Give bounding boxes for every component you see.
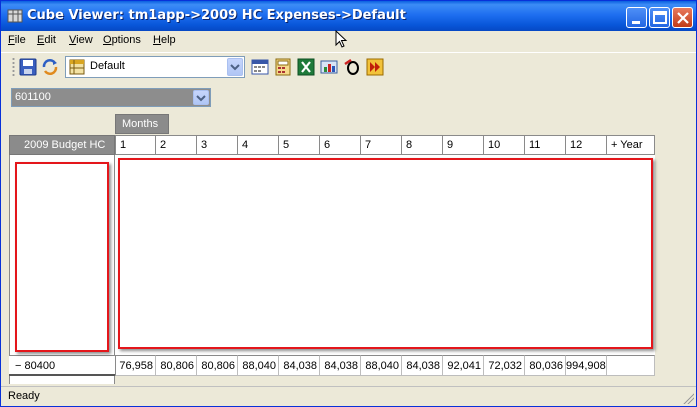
menu-edit[interactable]: Edit (37, 34, 56, 46)
window-title: Cube Viewer: tm1app->2009 HC Expenses->D… (27, 8, 406, 23)
title-dimension-dropdown-button[interactable] (193, 90, 209, 105)
table-row: 76,958 80,806 80,806 88,040 84,038 84,03… (115, 355, 655, 376)
title-dimension-value: 601100 (15, 91, 51, 103)
data-cell[interactable]: 994,908 (566, 355, 607, 376)
close-button[interactable] (672, 7, 693, 28)
minimize-icon (632, 21, 640, 24)
data-cell[interactable]: 84,038 (320, 355, 361, 376)
view-dropdown-button[interactable] (227, 58, 243, 76)
cube-viewer-window: Cube Viewer: tm1app->2009 HC Expenses->D… (0, 0, 697, 407)
column-header[interactable]: 1 (115, 135, 156, 155)
redaction-box-rows (15, 162, 109, 352)
data-cell[interactable]: 72,032 (484, 355, 525, 376)
recalculate-icon[interactable] (41, 58, 59, 76)
redaction-box-data (118, 158, 653, 349)
fast-forward-icon[interactable] (366, 58, 384, 76)
maximize-icon (653, 11, 667, 24)
calculator-icon[interactable] (274, 58, 292, 76)
data-cell[interactable]: 80,036 (525, 355, 566, 376)
status-bar: Ready (1, 386, 696, 406)
column-dimension-tab[interactable]: Months (115, 114, 169, 134)
minimize-button[interactable] (626, 7, 647, 28)
column-header[interactable]: 5 (279, 135, 320, 155)
menu-view[interactable]: View (69, 34, 93, 46)
data-cell[interactable]: 80,806 (156, 355, 197, 376)
menu-help[interactable]: Help (153, 34, 176, 46)
view-select[interactable]: Default (65, 56, 245, 78)
data-cell[interactable]: 80,806 (197, 355, 238, 376)
menu-file[interactable]: File (8, 34, 26, 46)
data-cell[interactable]: 84,038 (279, 355, 320, 376)
column-header[interactable]: 6 (320, 135, 361, 155)
title-bar[interactable]: Cube Viewer: tm1app->2009 HC Expenses->D… (1, 1, 696, 31)
column-header[interactable]: 10 (484, 135, 525, 155)
column-header[interactable]: 2 (156, 135, 197, 155)
row-dimension-tab[interactable]: 2009 Budget HC (9, 135, 115, 155)
column-header-year[interactable]: + Year (607, 135, 655, 155)
view-icon (69, 59, 85, 75)
column-header[interactable]: 9 (443, 135, 484, 155)
column-header[interactable]: 11 (525, 135, 566, 155)
chevron-down-icon (230, 64, 240, 71)
status-text: Ready (8, 390, 40, 402)
data-cell-year[interactable] (607, 355, 655, 376)
maximize-button[interactable] (649, 7, 670, 28)
column-header-row: 1 2 3 4 5 6 7 8 9 10 11 12 + Year (115, 135, 655, 155)
data-cell[interactable]: 92,041 (443, 355, 484, 376)
column-header[interactable]: 12 (566, 135, 607, 155)
close-icon (677, 12, 689, 24)
mouse-cursor-icon (335, 30, 348, 48)
chart-icon[interactable] (320, 58, 338, 76)
data-cell[interactable]: 76,958 (115, 355, 156, 376)
column-header[interactable]: 4 (238, 135, 279, 155)
column-header[interactable]: 3 (197, 135, 238, 155)
data-cell[interactable]: 84,038 (402, 355, 443, 376)
zero-suppress-icon[interactable] (343, 58, 361, 76)
data-cell[interactable]: 88,040 (238, 355, 279, 376)
cube-viewer-app-icon (7, 9, 23, 23)
column-header[interactable]: 8 (402, 135, 443, 155)
excel-icon[interactable] (297, 58, 315, 76)
chevron-down-icon (196, 95, 206, 102)
calendar-icon[interactable] (251, 58, 269, 76)
menu-options[interactable]: Options (103, 34, 141, 46)
resize-grip-icon[interactable] (682, 392, 694, 404)
title-dimension-select[interactable]: 601100 (11, 88, 211, 107)
data-cell[interactable]: 88,040 (361, 355, 402, 376)
view-select-value: Default (90, 60, 125, 72)
row-header-80400[interactable]: − 80400 (9, 355, 115, 376)
column-header[interactable]: 7 (361, 135, 402, 155)
save-icon[interactable] (19, 58, 37, 76)
toolbar-grip[interactable] (12, 57, 15, 77)
toolbar: Default (1, 52, 696, 80)
